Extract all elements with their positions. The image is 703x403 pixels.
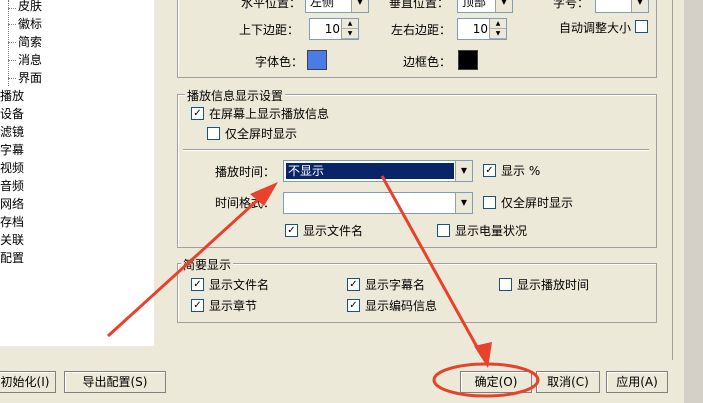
brief-filename-label: 显示文件名 [209, 278, 270, 292]
brief-chapter-checkbox[interactable]: ✓ [191, 299, 204, 312]
font-size-label: 字号： [553, 0, 590, 10]
tree-item-subtitle[interactable]: 字幕 [0, 141, 24, 159]
tree-item-config[interactable]: 配置 [0, 249, 24, 267]
v-pos-value: 顶部 [462, 0, 487, 9]
time-format-label: 时间格式： [215, 196, 276, 210]
window-frame [684, 0, 703, 403]
show-percent-label: 显示 % [501, 164, 541, 178]
tb-margin-label: 上下边距： [239, 23, 300, 37]
fullscreen-only-label: 仅全屏时显示 [225, 127, 298, 141]
brief-playtime-checkbox[interactable] [499, 278, 512, 291]
settings-tree: 皮肤 徽标 简索 消息 界面 播放 设备 滤镜 字幕 视频 音频 网络 存档 关… [0, 0, 155, 346]
show-percent-checkbox[interactable]: ✓ [483, 164, 496, 177]
tree-item-interface[interactable]: 界面 [18, 69, 42, 87]
chevron-down-icon[interactable]: ▼ [351, 0, 368, 12]
tree-connector [8, 42, 16, 43]
auto-size-checkbox[interactable] [635, 20, 648, 33]
chevron-down-icon[interactable]: ▼ [455, 161, 472, 181]
play-time-value: 不显示 [286, 163, 454, 179]
font-color-label: 字体色： [255, 55, 304, 69]
v-pos-label: 垂直位置： [389, 0, 450, 10]
lr-margin-value: 10 [472, 22, 488, 36]
font-color-swatch[interactable] [307, 50, 327, 70]
tree-connector [8, 8, 16, 9]
brief-display-group [177, 263, 657, 323]
brief-chapter-label: 显示章节 [209, 299, 258, 313]
spin-up-icon[interactable]: ▲ [342, 19, 358, 29]
play-time-label: 播放时间： [215, 165, 276, 179]
time-fullscreen-checkbox[interactable] [483, 196, 496, 209]
divider [183, 149, 649, 151]
init-button[interactable]: 初始化(I) [0, 371, 56, 393]
border-color-swatch[interactable] [458, 50, 478, 70]
brief-subtitle-checkbox[interactable]: ✓ [347, 278, 360, 291]
lr-margin-label: 左右边距： [391, 23, 452, 37]
tree-connector [8, 24, 16, 25]
tree-item-device[interactable]: 设备 [0, 105, 24, 123]
brief-playtime-label: 显示播放时间 [517, 278, 590, 292]
apply-button[interactable]: 应用(A) [606, 371, 668, 393]
border-color-label: 边框色： [403, 55, 452, 69]
fullscreen-only-checkbox[interactable] [207, 127, 220, 140]
tree-item-archive[interactable]: 存档 [0, 213, 24, 231]
lr-margin-spinner[interactable]: 10 ▲ ▼ [457, 18, 507, 40]
show-battery-label: 显示电量状况 [455, 224, 528, 238]
show-on-screen-checkbox[interactable]: ✓ [191, 107, 204, 120]
tree-connector [8, 78, 16, 79]
time-fullscreen-label: 仅全屏时显示 [501, 196, 574, 210]
export-config-button[interactable]: 导出配置(S) [64, 371, 166, 393]
time-format-select[interactable]: ▼ [283, 192, 473, 214]
show-filename-label: 显示文件名 [303, 224, 364, 238]
tree-connector [8, 60, 16, 61]
brief-legend: 简要显示 [181, 256, 234, 273]
tree-item-filter[interactable]: 滤镜 [0, 123, 24, 141]
brief-encoding-label: 显示编码信息 [365, 299, 438, 313]
h-pos-value: 左侧 [310, 0, 335, 9]
tb-margin-value: 10 [324, 22, 340, 36]
chevron-down-icon[interactable]: ▼ [495, 0, 512, 12]
ok-button[interactable]: 确定(O) [460, 371, 532, 393]
show-on-screen-label: 在屏幕上显示播放信息 [209, 107, 330, 121]
chevron-down-icon[interactable]: ▼ [631, 0, 648, 12]
tree-item-skin[interactable]: 皮肤 [18, 0, 42, 15]
brief-subtitle-label: 显示字幕名 [365, 278, 426, 292]
chevron-down-icon[interactable]: ▼ [455, 193, 472, 213]
brief-filename-checkbox[interactable]: ✓ [191, 278, 204, 291]
show-filename-checkbox[interactable]: ✓ [285, 224, 298, 237]
brief-encoding-checkbox[interactable]: ✓ [347, 299, 360, 312]
auto-size-label: 自动调整大小 [559, 21, 632, 35]
tree-item-video[interactable]: 视频 [0, 159, 24, 177]
splitter [154, 0, 162, 346]
cancel-button[interactable]: 取消(C) [536, 371, 600, 393]
play-info-legend: 播放信息显示设置 [185, 87, 286, 104]
spin-up-icon[interactable]: ▲ [490, 19, 506, 29]
tree-item-audio[interactable]: 音频 [0, 177, 24, 195]
spin-down-icon[interactable]: ▼ [490, 29, 506, 39]
tree-connector [8, 0, 9, 86]
tree-item-message[interactable]: 消息 [18, 51, 43, 69]
tree-item-playback[interactable]: 播放 [0, 87, 24, 105]
show-battery-checkbox[interactable] [437, 224, 450, 237]
spin-down-icon[interactable]: ▼ [342, 29, 358, 39]
h-pos-label: 水平位置： [241, 0, 302, 10]
settings-panel: 水平位置： 左侧 ▼ 垂直位置： 顶部 ▼ 字号： ▼ 上下边距： 10 ▲ ▼ … [163, 0, 671, 346]
tree-item-index[interactable]: 简索 [18, 33, 42, 51]
font-size-select[interactable]: ▼ [595, 0, 649, 13]
tree-item-network[interactable]: 网络 [0, 195, 24, 213]
v-pos-select[interactable]: 顶部 ▼ [457, 0, 513, 13]
tree-item-logo[interactable]: 徽标 [18, 15, 42, 33]
play-time-select[interactable]: 不显示 ▼ [283, 160, 473, 182]
tree-item-association[interactable]: 关联 [0, 231, 24, 249]
tb-margin-spinner[interactable]: 10 ▲ ▼ [309, 18, 359, 40]
h-pos-select[interactable]: 左侧 ▼ [305, 0, 369, 13]
